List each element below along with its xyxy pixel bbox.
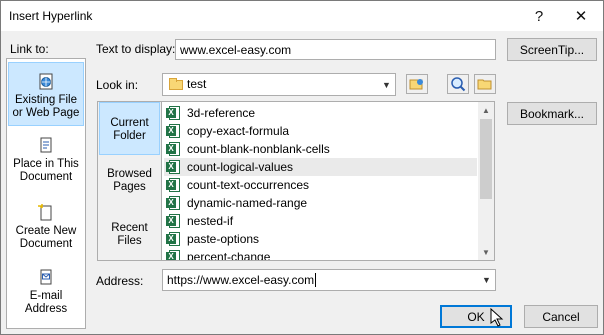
excel-file-icon: X [166,106,180,120]
bookmark-button[interactable]: Bookmark... [507,102,597,125]
scroll-up-icon[interactable]: ▲ [478,102,494,118]
close-button[interactable]: ✕ [561,3,601,29]
chevron-down-icon: ▼ [382,79,391,90]
title-bar: Insert Hyperlink ? ✕ [1,1,603,31]
scroll-thumb[interactable] [480,119,492,199]
link-to-email-address[interactable]: E-mail Address [8,269,84,321]
file-name: count-blank-nonblank-cells [187,142,330,156]
insert-hyperlink-dialog: Insert Hyperlink ? ✕ Link to: Existing F… [0,0,604,335]
excel-file-icon: X [166,178,180,192]
excel-file-icon: X [166,232,180,246]
source-tabs: Current Folder Browsed Pages Recent File… [97,101,162,261]
file-name: nested-if [187,214,234,228]
browse-web-icon [409,79,423,90]
help-icon: ? [534,7,544,25]
file-name: paste-options [187,232,260,246]
scroll-down-icon[interactable]: ▼ [478,244,494,260]
file-list-scrollbar[interactable]: ▲ ▼ [478,102,494,260]
globe-page-icon [36,73,56,91]
search-icon [451,77,466,92]
look-in-dropdown[interactable]: test ▼ [162,73,396,96]
look-in-value: test [187,77,207,91]
search-web-button[interactable] [447,74,469,94]
browse-file-button[interactable] [474,74,496,94]
link-to-create-label: Create New Document [15,225,77,250]
excel-file-icon: X [166,250,180,260]
file-list: X 3d-reference Xcopy-exact-formula Xcount… [161,101,495,261]
cancel-button[interactable]: Cancel [524,305,598,328]
file-name: percent-change [187,250,271,261]
look-in-label: Look in: [96,78,139,92]
dialog-title: Insert Hyperlink [9,9,93,23]
excel-file-icon: X [166,214,180,228]
link-to-label: Link to: [10,42,49,56]
text-to-display-label: Text to display: [96,42,176,56]
link-to-panel: Existing File or Web Page Place in This … [6,58,86,329]
list-item[interactable]: Xcount-text-occurrences [164,176,477,194]
list-item[interactable]: Xdynamic-named-range [164,194,477,212]
email-icon [36,269,56,287]
excel-file-icon: X [166,142,180,156]
chevron-down-icon: ▼ [482,275,491,285]
address-label: Address: [96,274,144,288]
browse-web-button[interactable] [406,74,428,94]
text-to-display-input[interactable]: www.excel-easy.com [175,39,496,60]
link-to-existing-file-label: Existing File or Web Page [12,94,80,119]
file-name: count-logical-values [187,160,294,174]
address-value: https://www.excel-easy.com [167,273,315,287]
excel-file-icon: X [166,196,180,210]
new-document-icon [36,204,56,222]
list-item[interactable]: Xcount-logical-values [164,158,477,176]
link-to-place-label: Place in This Document [13,158,79,183]
list-item[interactable]: Xpaste-options [164,230,477,248]
tab-recent-files[interactable]: Recent Files [99,222,160,252]
help-button[interactable]: ? [519,3,559,29]
folder-icon [169,78,183,90]
excel-file-icon: X [166,124,180,138]
link-to-existing-file[interactable]: Existing File or Web Page [8,62,84,126]
screentip-button[interactable]: ScreenTip... [507,38,597,61]
tab-browsed-pages[interactable]: Browsed Pages [99,168,160,198]
link-to-create-new-document[interactable]: Create New Document [8,204,84,254]
list-item[interactable]: Xcount-blank-nonblank-cells [164,140,477,158]
link-to-email-label: E-mail Address [24,290,68,315]
address-input[interactable]: https://www.excel-easy.com ▼ [162,269,496,291]
list-item[interactable]: X 3d-reference [164,104,477,122]
list-item[interactable]: Xcopy-exact-formula [164,122,477,140]
excel-file-icon: X [166,160,180,174]
file-name: copy-exact-formula [187,124,290,138]
close-icon: ✕ [574,8,588,25]
tab-current-folder[interactable]: Current Folder [99,102,160,155]
file-name: count-text-occurrences [187,178,310,192]
list-item[interactable]: Xnested-if [164,212,477,230]
text-caret [315,273,317,287]
open-folder-icon [477,79,492,90]
list-item[interactable]: Xpercent-change [164,248,477,261]
file-name: dynamic-named-range [187,196,308,210]
document-icon [36,137,56,155]
link-to-place-in-document[interactable]: Place in This Document [8,137,84,187]
file-name: 3d-reference [187,106,256,120]
